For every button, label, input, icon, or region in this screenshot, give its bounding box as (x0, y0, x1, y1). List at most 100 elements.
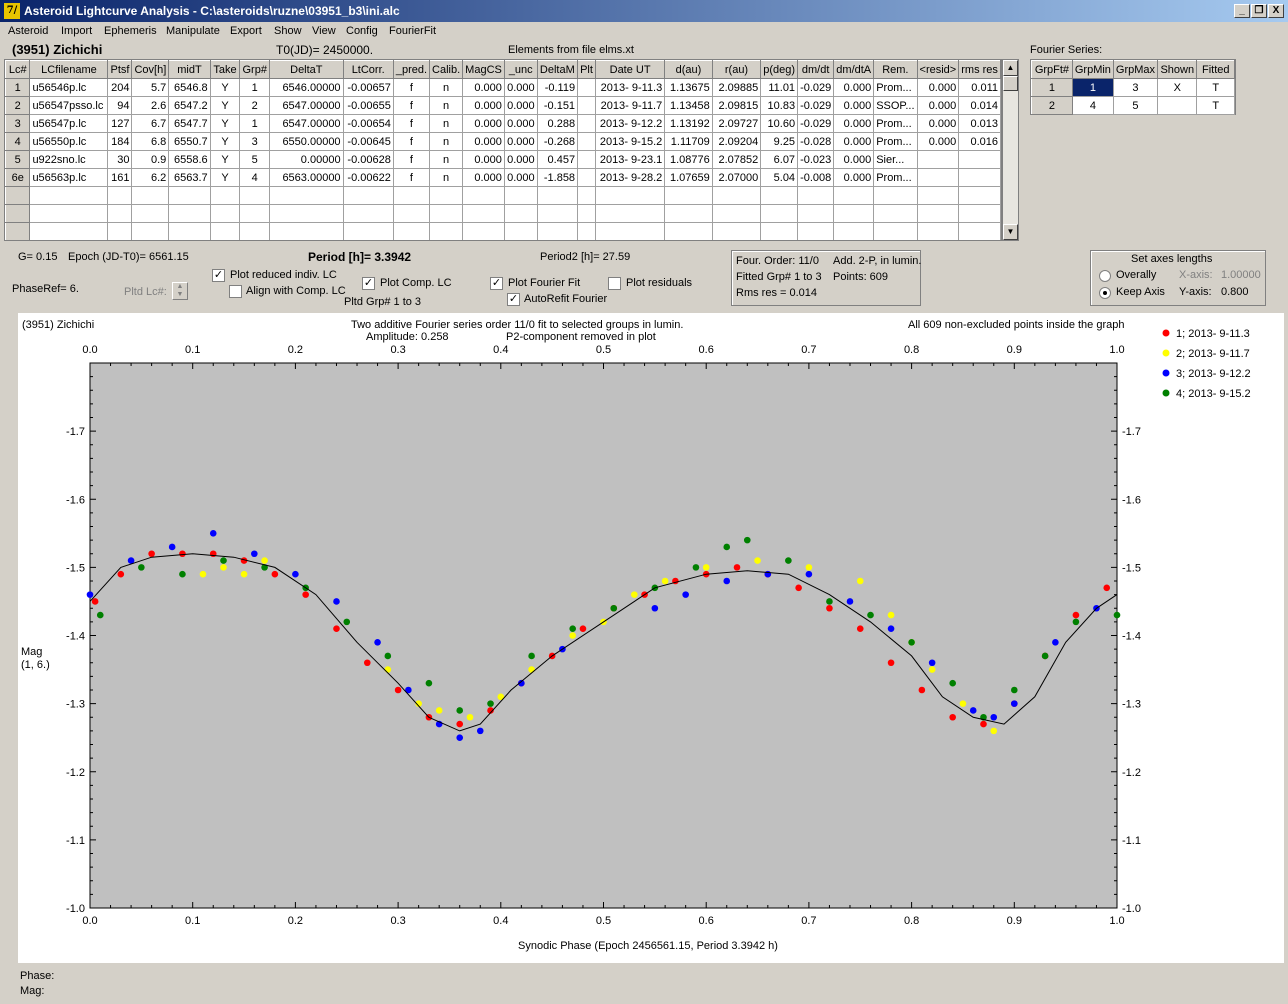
table-cell[interactable]: 94 (107, 96, 133, 115)
table-cell[interactable] (131, 222, 170, 240)
row-header[interactable]: 4 (5, 132, 31, 151)
table-cell[interactable] (107, 222, 133, 240)
table-row[interactable] (5, 222, 1001, 240)
table-cell[interactable]: 0.00000 (269, 150, 344, 169)
plot-residuals-checkbox[interactable] (608, 277, 621, 290)
table-cell[interactable]: 5 (239, 150, 271, 169)
table-cell[interactable]: 0.000 (833, 114, 875, 133)
table-cell[interactable]: 0.014 (958, 96, 1001, 115)
table-cell[interactable]: 6558.6 (168, 150, 211, 169)
fourier-cell[interactable]: 5 (1112, 96, 1159, 115)
table-cell[interactable]: n (429, 114, 464, 133)
table-cell[interactable] (209, 204, 241, 223)
table-row[interactable]: 5 u922sno.lc 30 0.9 6558.6 Y 5 0.00000 -0.00628 f… (5, 150, 1001, 169)
column-header[interactable]: <resid> (916, 60, 960, 79)
table-cell[interactable]: n (429, 78, 464, 97)
table-cell[interactable] (577, 96, 596, 115)
table-cell[interactable]: f (392, 150, 431, 169)
table-cell[interactable]: Y (209, 132, 241, 151)
table-cell[interactable] (958, 150, 1001, 169)
align-comp-checkbox[interactable] (229, 285, 242, 298)
table-cell[interactable] (797, 186, 835, 205)
table-row[interactable]: 3 u56547p.lc 127 6.7 6547.7 Y 1 6547.00000 -0.00… (5, 114, 1001, 133)
column-header[interactable]: _pred. (392, 60, 431, 79)
table-cell[interactable]: 10.83 (760, 96, 799, 115)
table-row[interactable]: 6e u56563p.lc 161 6.2 6563.7 Y 4 6563.00000 -0.0… (5, 168, 1001, 187)
table-cell[interactable]: 2.09815 (711, 96, 762, 115)
table-cell[interactable]: 0.000 (833, 132, 875, 151)
table-cell[interactable]: Y (209, 96, 241, 115)
fourier-row[interactable]: 245 T (1031, 96, 1235, 115)
minimize-button[interactable]: _ (1234, 4, 1250, 18)
table-cell[interactable] (594, 222, 666, 240)
table-cell[interactable]: n (429, 132, 464, 151)
table-cell[interactable] (107, 204, 133, 223)
table-cell[interactable] (342, 186, 394, 205)
table-cell[interactable] (29, 204, 109, 223)
table-cell[interactable]: -0.151 (536, 96, 579, 115)
row-header[interactable] (5, 222, 31, 240)
table-cell[interactable] (916, 168, 960, 187)
table-cell[interactable]: Y (209, 168, 241, 187)
table-cell[interactable]: 0.016 (958, 132, 1001, 151)
table-cell[interactable]: 2.09204 (711, 132, 762, 151)
table-cell[interactable]: 0.000 (833, 96, 875, 115)
table-cell[interactable] (536, 204, 579, 223)
table-cell[interactable]: f (392, 114, 431, 133)
autorefit-checkbox[interactable]: ✓ (507, 293, 520, 306)
fourier-series-table[interactable]: GrpFt# GrpMin GrpMax Shown Fitted 113XT245T (1030, 59, 1236, 115)
column-header[interactable]: _unc (503, 60, 538, 79)
table-cell[interactable] (797, 222, 835, 240)
table-cell[interactable] (577, 150, 596, 169)
table-cell[interactable]: 0.000 (503, 150, 538, 169)
table-cell[interactable]: 0.000 (503, 132, 538, 151)
table-cell[interactable]: -0.029 (797, 114, 835, 133)
table-cell[interactable]: 0.000 (503, 78, 538, 97)
table-cell[interactable] (168, 222, 211, 240)
table-scrollbar[interactable]: ▲ ▼ (1002, 59, 1019, 241)
scroll-down-arrow-icon[interactable]: ▼ (1003, 224, 1018, 240)
table-cell[interactable]: u56547psso.lc (29, 96, 109, 115)
table-cell[interactable]: 2013- 9-11.3 (594, 78, 666, 97)
table-cell[interactable]: 0.000 (462, 78, 505, 97)
table-cell[interactable]: 0.000 (503, 114, 538, 133)
fourier-cell[interactable] (1157, 96, 1198, 115)
table-cell[interactable] (958, 222, 1001, 240)
fourier-column-header[interactable]: Fitted (1196, 60, 1235, 79)
menu-ephemeris[interactable]: Ephemeris (104, 25, 157, 37)
plot-area[interactable] (89, 362, 1118, 909)
menu-import[interactable]: Import (61, 25, 92, 37)
fourier-cell[interactable]: 1 (1071, 78, 1114, 97)
table-cell[interactable]: -0.119 (536, 78, 579, 97)
table-cell[interactable]: 2.09885 (711, 78, 762, 97)
table-cell[interactable]: 0.000 (503, 96, 538, 115)
table-cell[interactable]: 1.13458 (664, 96, 713, 115)
table-cell[interactable]: 6546.8 (168, 78, 211, 97)
table-cell[interactable]: 6.07 (760, 150, 799, 169)
table-cell[interactable]: 0.011 (958, 78, 1001, 97)
table-cell[interactable] (503, 204, 538, 223)
table-cell[interactable]: Prom... (873, 114, 918, 133)
table-cell[interactable] (833, 222, 875, 240)
overally-radio[interactable] (1099, 270, 1111, 282)
table-cell[interactable] (916, 186, 960, 205)
table-cell[interactable]: 5.04 (760, 168, 799, 187)
table-cell[interactable] (760, 222, 799, 240)
scroll-thumb[interactable] (1003, 76, 1018, 91)
table-cell[interactable]: -0.00645 (342, 132, 394, 151)
table-cell[interactable] (916, 150, 960, 169)
table-cell[interactable] (392, 204, 431, 223)
table-cell[interactable]: 0.000 (916, 114, 960, 133)
row-header[interactable]: 6e (5, 168, 31, 187)
table-cell[interactable] (833, 186, 875, 205)
menu-manipulate[interactable]: Manipulate (166, 25, 220, 37)
column-header[interactable]: DeltaT (269, 60, 344, 79)
table-cell[interactable]: 6.2 (131, 168, 170, 187)
table-cell[interactable]: 2.09727 (711, 114, 762, 133)
table-cell[interactable]: 6547.00000 (269, 96, 344, 115)
table-cell[interactable]: 0.000 (916, 78, 960, 97)
plot-fourier-checkbox[interactable]: ✓ (490, 277, 503, 290)
table-cell[interactable]: Sier... (873, 150, 918, 169)
table-cell[interactable]: 2.6 (131, 96, 170, 115)
column-header[interactable]: r(au) (711, 60, 762, 79)
